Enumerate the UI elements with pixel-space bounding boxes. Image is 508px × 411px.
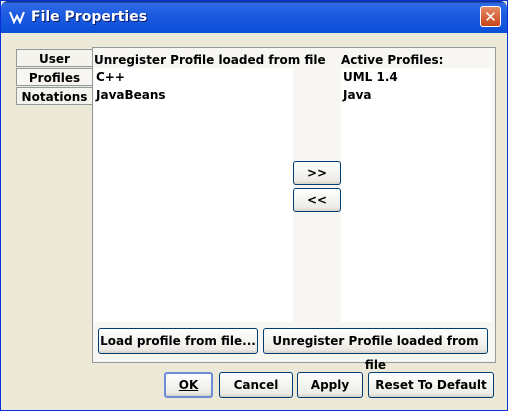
window-title: File Properties (31, 9, 148, 25)
reset-to-default-button[interactable]: Reset To Default (368, 372, 494, 398)
file-properties-window: File Properties ✕ User Profiles Notation… (0, 0, 508, 411)
app-icon (9, 10, 25, 25)
active-list-header: Active Profiles: (341, 53, 444, 67)
list-item[interactable]: Java (341, 86, 492, 104)
available-list-header: Unregister Profile loaded from file (94, 53, 326, 67)
available-profiles-list[interactable]: C++ JavaBeans (94, 68, 293, 322)
active-profiles-list[interactable]: UML 1.4 Java (341, 68, 492, 322)
title-bar[interactable]: File Properties ✕ (1, 1, 507, 33)
close-icon: ✕ (484, 8, 497, 26)
list-item[interactable]: JavaBeans (94, 86, 293, 104)
cancel-button[interactable]: Cancel (219, 372, 293, 398)
apply-button[interactable]: Apply (297, 372, 363, 398)
ok-button[interactable]: OK (164, 372, 213, 398)
list-item[interactable]: UML 1.4 (341, 68, 492, 86)
ok-label: OK (178, 378, 199, 392)
tab-strip: User Profiles Notations (16, 49, 92, 106)
list-item[interactable]: C++ (94, 68, 293, 86)
unregister-profile-button[interactable]: Unregister Profile loaded from file (263, 328, 488, 372)
tab-profiles[interactable]: Profiles (16, 68, 92, 86)
tab-user[interactable]: User (16, 49, 92, 67)
remove-profile-button[interactable]: << (293, 188, 341, 212)
close-button[interactable]: ✕ (480, 6, 501, 27)
load-profile-button[interactable]: Load profile from file... (98, 328, 258, 354)
profiles-panel: Unregister Profile loaded from file C++ … (92, 47, 496, 372)
add-profile-button[interactable]: >> (293, 161, 341, 185)
tab-notations[interactable]: Notations (16, 87, 92, 105)
